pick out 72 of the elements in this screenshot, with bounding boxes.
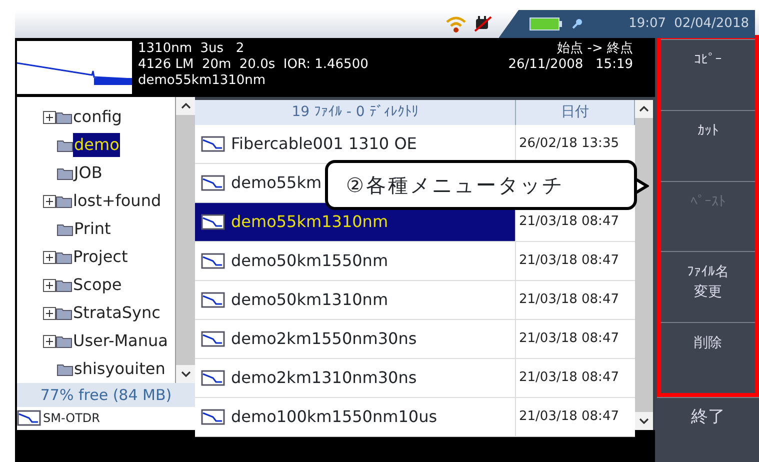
timestamp-text: 26/11/2008 15:19 xyxy=(508,57,633,73)
trace-icon xyxy=(201,214,225,230)
file-date: 21/03/18 08:47 xyxy=(519,369,619,388)
folder-icon xyxy=(56,306,72,320)
trace-icon xyxy=(201,370,225,386)
folder-name[interactable]: demo xyxy=(73,133,120,157)
trace-icon xyxy=(201,331,225,347)
file-name: demo50km1550nm xyxy=(231,250,388,272)
trace-icon xyxy=(201,409,225,425)
folder-name[interactable]: Print xyxy=(73,217,112,241)
file-name: demo55km1310nm xyxy=(231,211,388,233)
folder-icon xyxy=(56,194,72,208)
battery-icon xyxy=(528,17,563,31)
status-date: 02/04/2018 xyxy=(674,15,749,34)
trace-info-text: 1310nm 3us 2 xyxy=(138,41,246,57)
direction-text: 始点 -> 終点 xyxy=(556,41,633,57)
trace-info-text: 4126 LM 20m 20.0s IOR: 1.46500 xyxy=(138,57,370,73)
file-date: 21/03/18 08:47 xyxy=(519,252,619,270)
file-name: demo100km1550nm10us xyxy=(231,406,438,428)
folder-name[interactable]: lost+found xyxy=(72,189,162,213)
trace-info-text: demo55km1310nm xyxy=(138,73,267,89)
file-name: demo55km xyxy=(231,172,322,194)
folder-name[interactable]: Scope xyxy=(72,273,123,297)
key-icon xyxy=(570,18,583,30)
file-row[interactable]: demo100km1550nm10us xyxy=(195,398,516,436)
trace-icon xyxy=(201,175,225,191)
folder-icon xyxy=(56,334,72,348)
folder-name[interactable]: shisyouiten xyxy=(73,357,166,381)
file-name: demo50km1310nm xyxy=(231,289,388,311)
file-date: 21/03/18 08:47 xyxy=(519,291,619,310)
folder-name[interactable]: StrataSync xyxy=(72,301,162,325)
folder-icon xyxy=(56,110,72,124)
file-row[interactable]: demo2km1550nm30ns xyxy=(195,320,516,358)
folder-name[interactable]: User-Manua xyxy=(72,329,169,353)
file-date: 21/03/18 08:47 xyxy=(519,408,619,426)
chevron-up-icon xyxy=(180,102,190,109)
exit-button[interactable]: 終了 xyxy=(657,397,759,437)
free-space-text: 77% free (84 MB) xyxy=(17,383,195,406)
file-name: demo2km1310nm30ns xyxy=(231,367,417,389)
chevron-down-icon xyxy=(639,418,649,424)
status-time: 19:07 xyxy=(628,15,666,34)
scroll-up-button[interactable] xyxy=(176,97,195,115)
scrollbar[interactable] xyxy=(175,97,195,383)
scroll-down-button[interactable] xyxy=(635,412,653,430)
folder-name[interactable]: JOB xyxy=(73,161,104,185)
trace-icon xyxy=(17,410,41,426)
scrollbar[interactable] xyxy=(635,100,653,430)
file-row[interactable]: demo2km1310nm30ns xyxy=(195,359,516,397)
file-row[interactable]: demo50km1550nm xyxy=(195,242,516,280)
file-date: 21/03/18 08:47 xyxy=(519,213,619,232)
trace-icon xyxy=(201,253,225,269)
wifi-icon xyxy=(444,14,467,34)
folder-icon xyxy=(56,278,72,292)
file-date: 21/03/18 08:47 xyxy=(519,330,619,348)
scroll-down-button[interactable] xyxy=(176,365,195,383)
folder-icon xyxy=(57,166,73,180)
folder-icon xyxy=(57,222,73,236)
trace-icon xyxy=(201,136,225,152)
file-name: demo2km1550nm30ns xyxy=(231,328,417,350)
folder-name[interactable]: Project xyxy=(72,245,129,269)
folder-icon xyxy=(56,250,72,264)
trace-icon xyxy=(201,292,225,308)
folder-icon xyxy=(57,362,73,376)
chevron-down-icon xyxy=(180,370,190,377)
folder-name[interactable]: config xyxy=(72,105,123,129)
file-date: 26/02/18 13:35 xyxy=(519,135,619,154)
chevron-up-icon xyxy=(639,106,649,112)
scroll-up-button[interactable] xyxy=(635,100,653,118)
folder-icon xyxy=(57,138,73,152)
power-plug-icon xyxy=(472,15,493,33)
file-name: Fibercable001 1310 OE xyxy=(231,133,417,155)
file-row[interactable]: demo50km1310nm xyxy=(195,281,516,319)
